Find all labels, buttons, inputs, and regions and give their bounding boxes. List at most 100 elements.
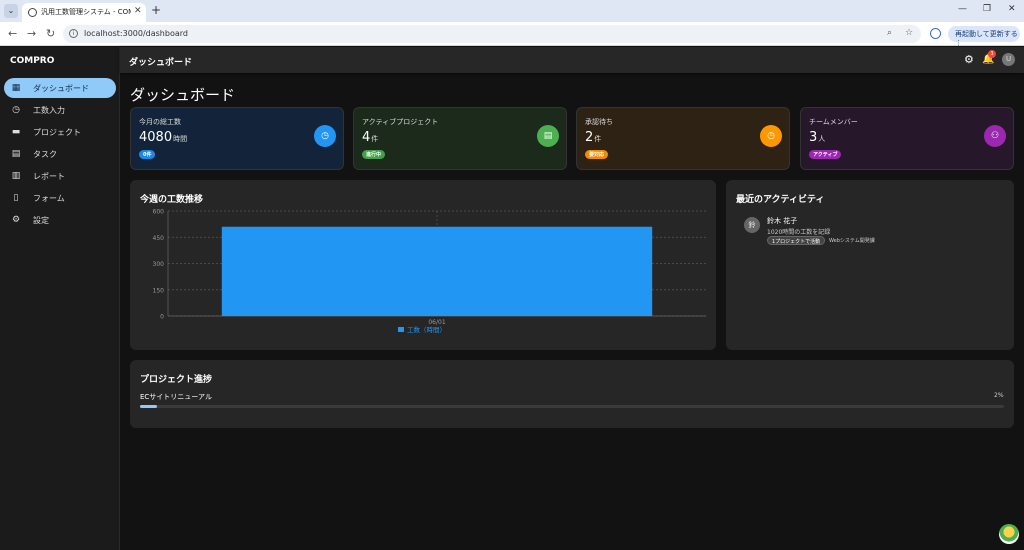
stat-number: 3 xyxy=(809,130,818,145)
bookmark-star-icon[interactable]: ☆ xyxy=(905,28,913,38)
activity-panel: 最近のアクティビティ xyxy=(726,180,1014,350)
stat-unit: 件 xyxy=(594,135,602,143)
y-tick-label: 600 xyxy=(153,209,165,216)
group-icon: ⚇ xyxy=(984,125,1006,147)
stat-value: 3人 xyxy=(809,130,825,145)
sidebar-item-label: レポート xyxy=(33,172,65,181)
project-name: ECサイトリニューアル xyxy=(140,393,212,401)
sidebar-item-3[interactable]: ▤ タスク xyxy=(4,144,116,164)
settings-gear-icon[interactable]: ⚙ xyxy=(964,53,974,66)
sidebar-item-0[interactable]: ▦ ダッシュボード xyxy=(4,78,116,98)
restore-icon[interactable]: ❐ xyxy=(983,4,991,14)
y-tick-label: 0 xyxy=(160,314,164,321)
stat-number: 2 xyxy=(585,130,594,145)
new-tab-icon[interactable]: + xyxy=(151,3,161,17)
stat-label: 今月の総工数 xyxy=(139,118,181,126)
sidebar-item-5[interactable]: ▯ フォーム xyxy=(4,188,116,208)
sidebar-item-label: フォーム xyxy=(33,194,65,203)
y-tick-label: 150 xyxy=(153,287,165,294)
activity-project: Webシステム開発課 xyxy=(829,238,875,244)
stat-label: チームメンバー xyxy=(809,118,858,126)
stat-value: 4080時間 xyxy=(139,130,187,145)
stat-label: アクティブプロジェクト xyxy=(362,118,439,126)
browser-tab[interactable]: 汎用工数管理システム - COMPRO ✕ xyxy=(22,3,146,22)
browser-tab-bar: ⌄ 汎用工数管理システム - COMPRO ✕ + — ❐ ✕ xyxy=(0,0,1024,22)
update-button-label: 再起動して更新する xyxy=(955,30,1018,38)
stat-label: 承認待ち xyxy=(585,118,613,126)
stat-card: 承認待ち 2件要対応 ◷ xyxy=(576,107,790,170)
sidebar-item-label: プロジェクト xyxy=(33,128,81,137)
app-bar-title: ダッシュボード xyxy=(129,58,193,68)
app-bar: ダッシュボード ⚙ 🔔 3 U xyxy=(120,47,1024,73)
forward-icon[interactable]: → xyxy=(27,27,36,40)
clock-icon: ◷ xyxy=(12,105,20,115)
weekly-chart-panel: 今週の工数推移 0 150 300 450 600 06/01 工数（時間） xyxy=(130,180,716,350)
sidebar-item-label: ダッシュボード xyxy=(33,84,89,93)
back-icon[interactable]: ← xyxy=(8,27,17,40)
sidebar-item-label: タスク xyxy=(33,150,57,159)
clipboard-icon: ▤ xyxy=(11,149,21,159)
reload-icon[interactable]: ↻ xyxy=(46,27,55,40)
address-bar: ← → ↻ i localhost:3000/dashboard ⌕ ☆ 再起動… xyxy=(0,22,1024,47)
stat-number: 4080 xyxy=(139,130,173,145)
activity-description: 1020時間の工数を記録 xyxy=(767,229,831,236)
progress-panel: プロジェクト進捗 xyxy=(130,360,1014,428)
document-icon: ▯ xyxy=(13,193,19,203)
clipboard-icon: ▤ xyxy=(537,125,559,147)
stat-value: 4件 xyxy=(362,130,378,145)
project-progress-bar xyxy=(140,405,1004,408)
sidebar-item-6[interactable]: ⚙ 設定 xyxy=(4,210,116,230)
notification-badge: 3 xyxy=(988,50,996,58)
url-field[interactable]: i localhost:3000/dashboard ⌕ ☆ xyxy=(63,25,921,43)
stat-card: アクティブプロジェクト 4件進行中 ▤ xyxy=(353,107,567,170)
stat-unit: 件 xyxy=(371,135,379,143)
activity-chip: 1プロジェクトで活動 xyxy=(767,236,826,245)
legend-swatch xyxy=(398,327,404,332)
dashboard-icon: ▦ xyxy=(11,83,21,93)
bar xyxy=(221,226,653,316)
zoom-icon[interactable]: ⌕ xyxy=(887,28,892,38)
clock-icon: ◷ xyxy=(760,125,782,147)
x-tick-label: 06/01 xyxy=(428,319,445,326)
update-button[interactable]: 再起動して更新する ⋮ xyxy=(948,26,1020,47)
sidebar-item-4[interactable]: ▥ レポート xyxy=(4,166,116,186)
user-avatar[interactable]: U xyxy=(1002,53,1015,66)
activity-avatar: 鈴 xyxy=(744,217,760,233)
progress-title: プロジェクト進捗 xyxy=(140,375,213,385)
stat-unit: 時間 xyxy=(173,135,188,143)
y-tick-label: 450 xyxy=(153,235,165,242)
tab-title: 汎用工数管理システム - COMPRO xyxy=(41,8,131,16)
stat-chip: アクティブ xyxy=(809,150,842,159)
stat-chip: 要対応 xyxy=(585,150,609,159)
legend-label: 工数（時間） xyxy=(407,325,446,334)
stat-number: 4 xyxy=(362,130,371,145)
corner-logo-icon[interactable] xyxy=(999,524,1019,544)
stat-chip: 進行中 xyxy=(362,150,386,159)
activity-title: 最近のアクティビティ xyxy=(736,195,825,205)
sidebar-item-1[interactable]: ◷ 工数入力 xyxy=(4,100,116,120)
folder-icon: ▬ xyxy=(11,127,21,137)
minimize-icon[interactable]: — xyxy=(958,4,967,14)
stat-unit: 人 xyxy=(818,135,826,143)
project-percent: 2% xyxy=(994,392,1004,399)
stat-card: 今月の総工数 4080時間 0件 ◷ xyxy=(130,107,344,170)
stat-value: 2件 xyxy=(585,130,601,145)
activity-user-name: 鈴木 花子 xyxy=(767,217,798,225)
brand-logo: COMPRO xyxy=(10,56,55,66)
y-tick-label: 300 xyxy=(153,261,165,268)
page-title: ダッシュボード xyxy=(130,86,236,104)
tab-search-button[interactable]: ⌄ xyxy=(4,4,18,18)
clock-icon: ◷ xyxy=(314,125,336,147)
project-progress-fill xyxy=(140,405,158,408)
url-text: localhost:3000/dashboard xyxy=(84,29,188,38)
window-close-icon[interactable]: ✕ xyxy=(1008,4,1016,14)
gear-icon: ⚙ xyxy=(11,215,21,225)
site-info-icon[interactable]: i xyxy=(69,29,78,38)
weekly-chart: 0 150 300 450 600 06/01工数（時間） xyxy=(153,209,706,334)
sidebar-item-2[interactable]: ▬ プロジェクト xyxy=(4,122,116,142)
globe-icon xyxy=(28,8,37,17)
tab-close-icon[interactable]: ✕ xyxy=(134,6,142,16)
profile-icon[interactable] xyxy=(930,28,941,39)
chart-icon: ▥ xyxy=(11,171,21,181)
sidebar: COMPRO ▦ ダッシュボード ◷ 工数入力 ▬ プロジェクト ▤ タスク ▥ レポート ▯ フォー… xyxy=(0,47,120,550)
